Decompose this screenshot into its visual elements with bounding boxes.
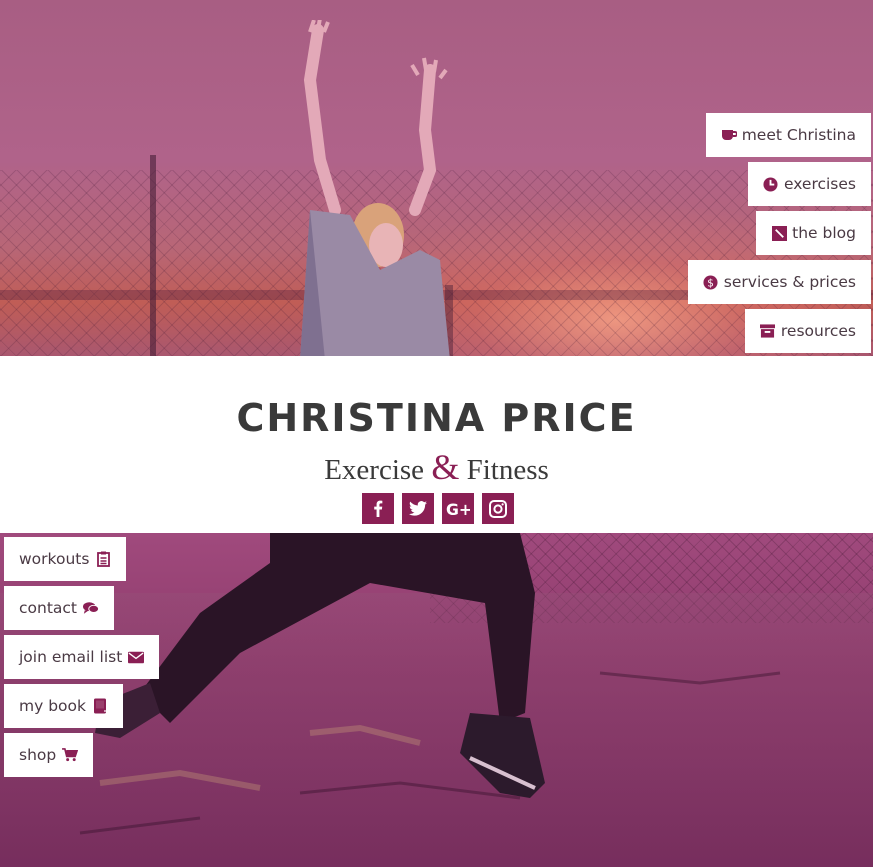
site-tagline: Exercise & Fitness xyxy=(0,446,873,488)
nav-label: the blog xyxy=(792,224,856,242)
nav-label: shop xyxy=(19,746,57,764)
right-navigation: meet Christina exercises the blog $ serv… xyxy=(687,113,871,353)
nav-services-prices-button[interactable]: $ services & prices xyxy=(687,260,871,304)
clock-icon xyxy=(763,176,779,192)
clipboard-icon xyxy=(95,551,111,567)
left-navigation: workouts contact join email list my book… xyxy=(4,537,160,777)
instagram-icon[interactable] xyxy=(482,493,514,524)
nav-meet-christina-button[interactable]: meet Christina xyxy=(705,113,871,157)
pencil-icon xyxy=(771,225,787,241)
cart-icon xyxy=(62,747,79,763)
nav-label: resources xyxy=(780,322,856,340)
nav-my-book-button[interactable]: my book xyxy=(4,684,123,728)
social-links: G+ xyxy=(362,493,514,524)
nav-label: contact xyxy=(19,599,78,617)
comments-icon xyxy=(83,600,100,616)
nav-label: workouts xyxy=(19,550,90,568)
coffee-icon xyxy=(721,127,737,143)
facebook-icon[interactable] xyxy=(362,493,394,524)
woman-stretching-figure xyxy=(300,20,450,356)
nav-label: join email list xyxy=(19,648,123,666)
nav-join-email-list-button[interactable]: join email list xyxy=(4,635,160,679)
google-plus-icon[interactable]: G+ xyxy=(442,493,474,524)
nav-label: services & prices xyxy=(723,273,856,291)
nav-label: meet Christina xyxy=(741,126,856,144)
nav-resources-button[interactable]: resources xyxy=(744,309,871,353)
envelope-icon xyxy=(128,649,145,665)
nav-exercises-button[interactable]: exercises xyxy=(747,162,871,206)
nav-workouts-button[interactable]: workouts xyxy=(4,537,127,581)
nav-the-blog-button[interactable]: the blog xyxy=(756,211,871,255)
archive-icon xyxy=(760,323,776,339)
twitter-icon[interactable] xyxy=(402,493,434,524)
site-title: CHRISTINA PRICE xyxy=(236,396,637,440)
nav-label: my book xyxy=(19,697,86,715)
nav-contact-button[interactable]: contact xyxy=(4,586,115,630)
svg-text:G+: G+ xyxy=(446,501,470,517)
nav-shop-button[interactable]: shop xyxy=(4,733,94,777)
tagline-left: Exercise xyxy=(324,454,425,486)
dollar-icon: $ xyxy=(703,274,719,290)
tagline-ampersand: & xyxy=(431,447,460,487)
nav-label: exercises xyxy=(783,175,856,193)
book-icon xyxy=(92,698,108,714)
svg-text:$: $ xyxy=(708,277,715,289)
tagline-right: Fitness xyxy=(466,454,549,486)
